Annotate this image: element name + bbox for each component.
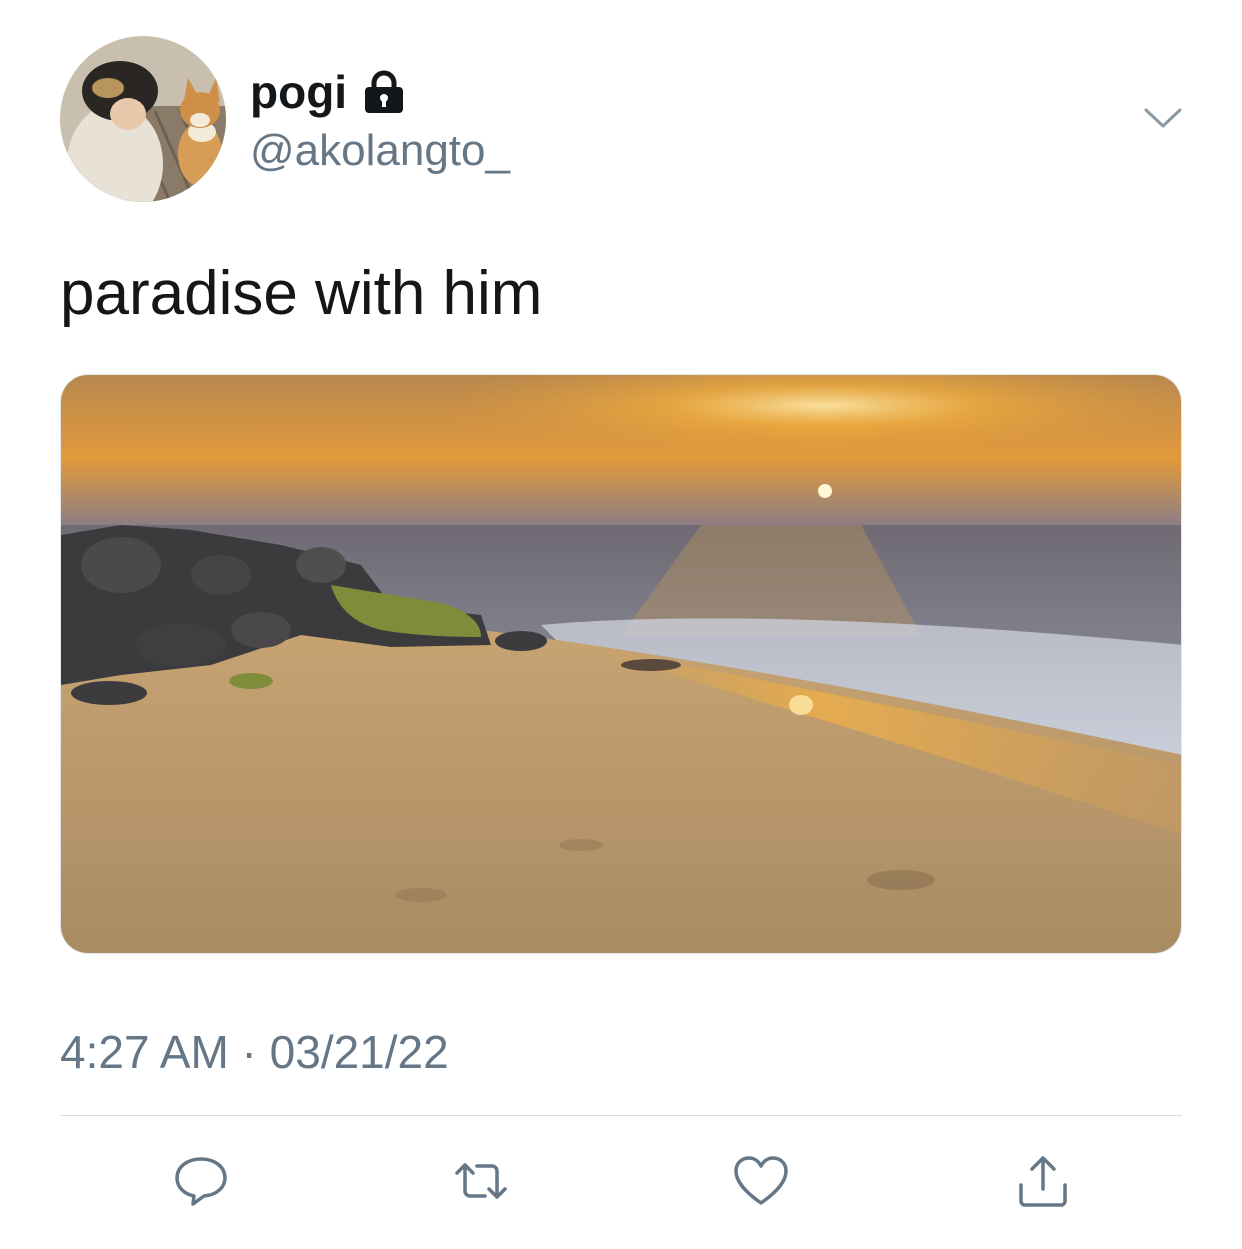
display-name-row[interactable]: pogi xyxy=(250,64,407,120)
share-icon xyxy=(1019,1156,1067,1207)
display-name[interactable]: pogi xyxy=(250,64,347,120)
retweet-button[interactable] xyxy=(448,1148,514,1214)
tweet-photo[interactable] xyxy=(60,374,1182,954)
chevron-down-icon[interactable] xyxy=(1140,100,1186,136)
tweet-timestamp[interactable]: 4:27 AM · 03/21/22 xyxy=(60,1022,449,1082)
avatar-image xyxy=(60,36,226,202)
beach-sunset-image xyxy=(61,375,1181,953)
reply-button[interactable] xyxy=(168,1148,234,1214)
heart-icon xyxy=(734,1156,788,1205)
user-handle[interactable]: @akolangto_ xyxy=(250,124,510,178)
reply-icon xyxy=(175,1157,227,1206)
lock-icon xyxy=(361,69,407,115)
share-button[interactable] xyxy=(1010,1148,1076,1214)
retweet-icon xyxy=(455,1163,507,1199)
like-button[interactable] xyxy=(728,1148,794,1214)
tweet-text: paradise with him xyxy=(60,259,543,328)
avatar[interactable] xyxy=(60,36,226,202)
divider xyxy=(60,1115,1182,1116)
